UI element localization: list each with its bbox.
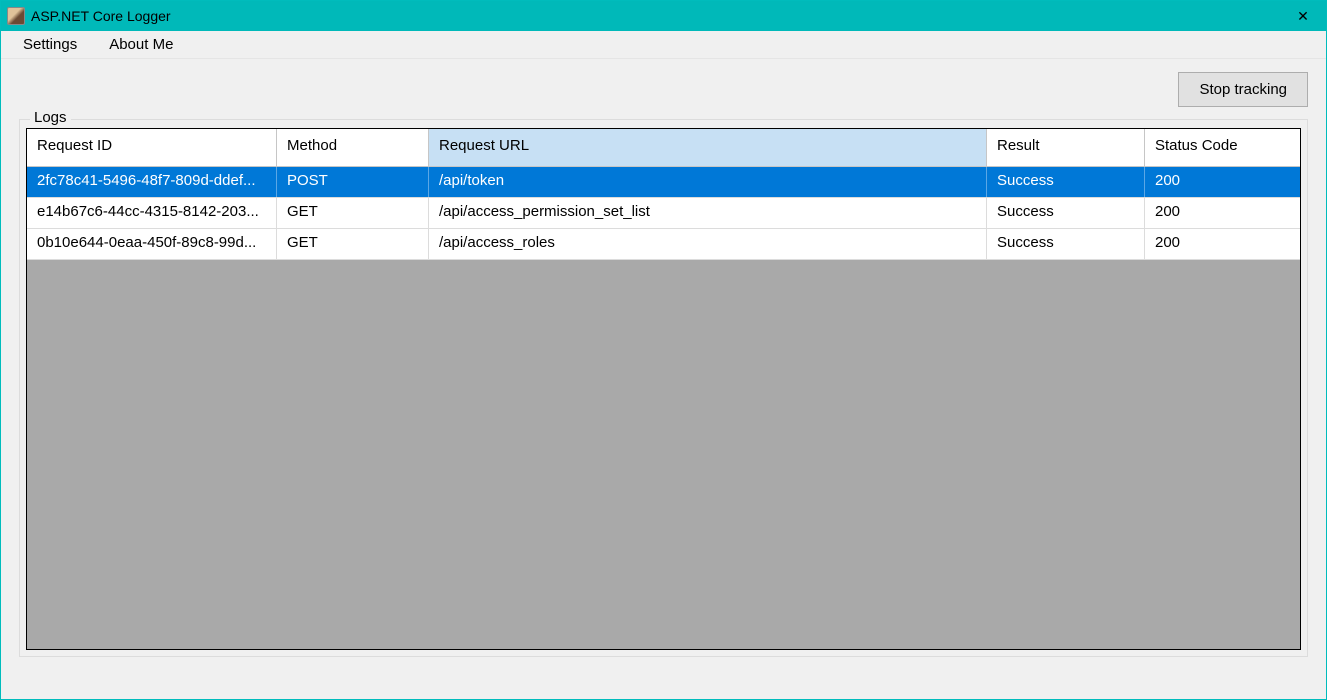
col-status-code[interactable]: Status Code xyxy=(1145,129,1300,167)
cell-request_id: e14b67c6-44cc-4315-8142-203... xyxy=(27,198,277,228)
app-window: ASP.NET Core Logger ✕ Settings About Me … xyxy=(0,0,1327,700)
app-icon xyxy=(7,7,25,25)
cell-request_url: /api/access_roles xyxy=(429,229,987,259)
cell-status_code: 200 xyxy=(1145,229,1300,259)
client-area: Stop tracking Logs Request ID Method Req… xyxy=(1,59,1326,699)
col-method[interactable]: Method xyxy=(277,129,429,167)
titlebar[interactable]: ASP.NET Core Logger ✕ xyxy=(1,1,1326,31)
cell-method: POST xyxy=(277,167,429,197)
grid-header: Request ID Method Request URL Result Sta… xyxy=(27,129,1300,167)
col-request-id[interactable]: Request ID xyxy=(27,129,277,167)
cell-status_code: 200 xyxy=(1145,167,1300,197)
menu-about[interactable]: About Me xyxy=(103,31,179,58)
table-row[interactable]: 2fc78c41-5496-48f7-809d-ddef...POST/api/… xyxy=(27,167,1300,198)
close-button[interactable]: ✕ xyxy=(1280,1,1326,31)
col-request-url[interactable]: Request URL xyxy=(429,129,987,167)
cell-method: GET xyxy=(277,229,429,259)
logs-groupbox-label: Logs xyxy=(30,109,71,126)
cell-request_id: 2fc78c41-5496-48f7-809d-ddef... xyxy=(27,167,277,197)
cell-status_code: 200 xyxy=(1145,198,1300,228)
logs-grid[interactable]: Request ID Method Request URL Result Sta… xyxy=(26,128,1301,650)
col-result[interactable]: Result xyxy=(987,129,1145,167)
grid-body: 2fc78c41-5496-48f7-809d-ddef...POST/api/… xyxy=(27,167,1300,260)
cell-request_url: /api/token xyxy=(429,167,987,197)
cell-result: Success xyxy=(987,198,1145,228)
toolbar: Stop tracking xyxy=(19,59,1308,119)
cell-result: Success xyxy=(987,229,1145,259)
table-row[interactable]: e14b67c6-44cc-4315-8142-203...GET/api/ac… xyxy=(27,198,1300,229)
cell-request_id: 0b10e644-0eaa-450f-89c8-99d... xyxy=(27,229,277,259)
menu-settings[interactable]: Settings xyxy=(17,31,83,58)
close-icon: ✕ xyxy=(1297,8,1309,25)
cell-request_url: /api/access_permission_set_list xyxy=(429,198,987,228)
cell-result: Success xyxy=(987,167,1145,197)
menubar: Settings About Me xyxy=(1,31,1326,59)
logs-groupbox: Logs Request ID Method Request URL Resul… xyxy=(19,119,1308,657)
window-title: ASP.NET Core Logger xyxy=(31,8,171,24)
stop-tracking-button[interactable]: Stop tracking xyxy=(1178,72,1308,107)
cell-method: GET xyxy=(277,198,429,228)
table-row[interactable]: 0b10e644-0eaa-450f-89c8-99d...GET/api/ac… xyxy=(27,229,1300,260)
